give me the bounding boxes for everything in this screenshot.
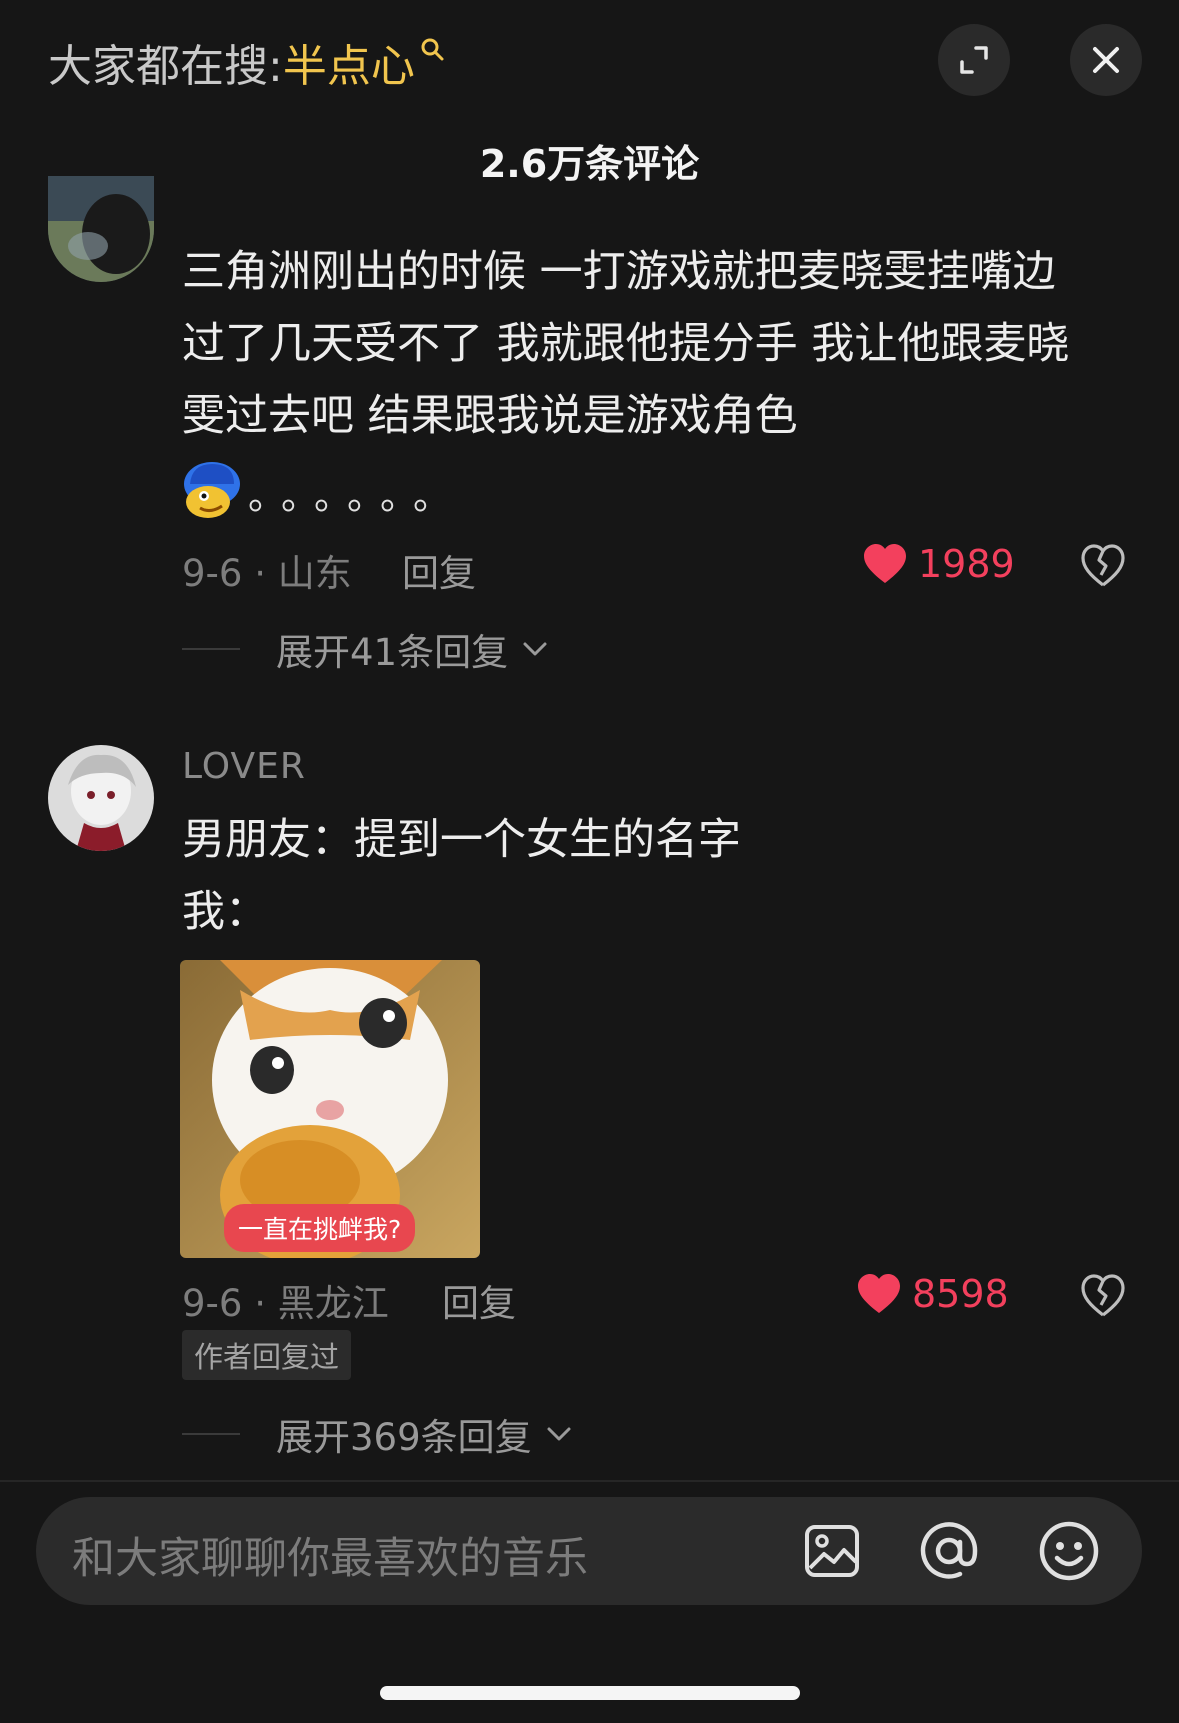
like-button[interactable]: 1989 <box>862 542 1015 586</box>
divider-line <box>182 1433 240 1435</box>
avatar-image <box>48 176 154 282</box>
reply-button[interactable]: 回复 <box>442 1273 516 1327</box>
comment-count-title: 2.6万条评论 <box>479 142 700 186</box>
like-button[interactable]: 8598 <box>856 1272 1009 1316</box>
comment-line: 我： <box>182 887 268 937</box>
author-replied-badge: 作者回复过 <box>182 1330 352 1380</box>
comment-line: 男朋友：提到一个女生的名字 <box>182 815 741 865</box>
broken-heart-icon <box>1081 544 1125 587</box>
dislike-button[interactable] <box>1080 544 1126 592</box>
mention-button[interactable] <box>918 1520 980 1586</box>
fullscreen-button[interactable] <box>938 24 1010 96</box>
comment-line: 过了几天受不了 我就跟他提分手 我让他跟麦晓 <box>182 319 1070 369</box>
like-count: 8598 <box>912 1272 1009 1316</box>
image-picker-button[interactable] <box>804 1524 860 1582</box>
smiley-icon <box>1039 1521 1099 1581</box>
comment-image[interactable]: 一直在挑衅我? <box>180 960 480 1258</box>
heart-filled-icon <box>858 1274 900 1313</box>
avatar-image <box>48 745 154 851</box>
home-indicator[interactable] <box>380 1686 800 1700</box>
comment-body: 三角洲刚出的时候 一打游戏就把麦晓雯挂嘴边 过了几天受不了 我就跟他提分手 我让… <box>182 236 1142 452</box>
bottom-divider <box>0 1480 1179 1482</box>
close-icon <box>1093 47 1119 73</box>
avatar[interactable] <box>48 176 154 282</box>
dislike-button[interactable] <box>1080 1274 1126 1322</box>
close-button[interactable] <box>1070 24 1142 96</box>
heart-filled-icon <box>864 544 906 583</box>
trending-search[interactable]: 大家都在搜:半点心 <box>48 30 445 94</box>
trailing-dots: 。。。。。。 <box>248 474 466 518</box>
comment-body: 男朋友：提到一个女生的名字 我： <box>182 804 1142 948</box>
chevron-down-icon <box>523 642 547 656</box>
comment-date-location: 9-6 · 黑龙江 <box>182 1282 389 1325</box>
at-icon <box>920 1522 978 1579</box>
chevron-down-icon <box>547 1427 571 1441</box>
expand-replies[interactable]: 展开369条回复 <box>182 1407 572 1461</box>
image-caption: 一直在挑衅我? <box>224 1204 416 1252</box>
broken-heart-icon <box>1081 1274 1125 1317</box>
trending-search-prefix: 大家都在搜: <box>48 41 283 92</box>
emoji-sticker-icon <box>184 462 240 518</box>
reply-button[interactable]: 回复 <box>402 543 476 597</box>
comment-input-placeholder[interactable]: 和大家聊聊你最喜欢的音乐 <box>72 1524 588 1586</box>
divider-line <box>182 648 240 650</box>
expand-icon <box>960 46 988 74</box>
expand-replies-label: 展开369条回复 <box>276 1416 532 1459</box>
emoji-button[interactable] <box>1038 1520 1100 1586</box>
comment-date-location: 9-6 · 山东 <box>182 552 352 595</box>
search-icon <box>421 38 444 61</box>
like-count: 1989 <box>918 542 1015 586</box>
username[interactable]: LOVER <box>182 746 306 787</box>
comment-line: 三角洲刚出的时候 一打游戏就把麦晓雯挂嘴边 <box>182 247 1056 297</box>
comment-line: 雯过去吧 结果跟我说是游戏角色 <box>182 391 798 441</box>
trending-search-keyword[interactable]: 半点心 <box>283 41 415 92</box>
expand-replies-label: 展开41条回复 <box>276 631 509 674</box>
avatar[interactable] <box>48 745 154 851</box>
comment-emoji-line: 。。。。。。 <box>182 460 465 520</box>
expand-replies[interactable]: 展开41条回复 <box>182 622 548 676</box>
image-icon <box>805 1525 859 1577</box>
